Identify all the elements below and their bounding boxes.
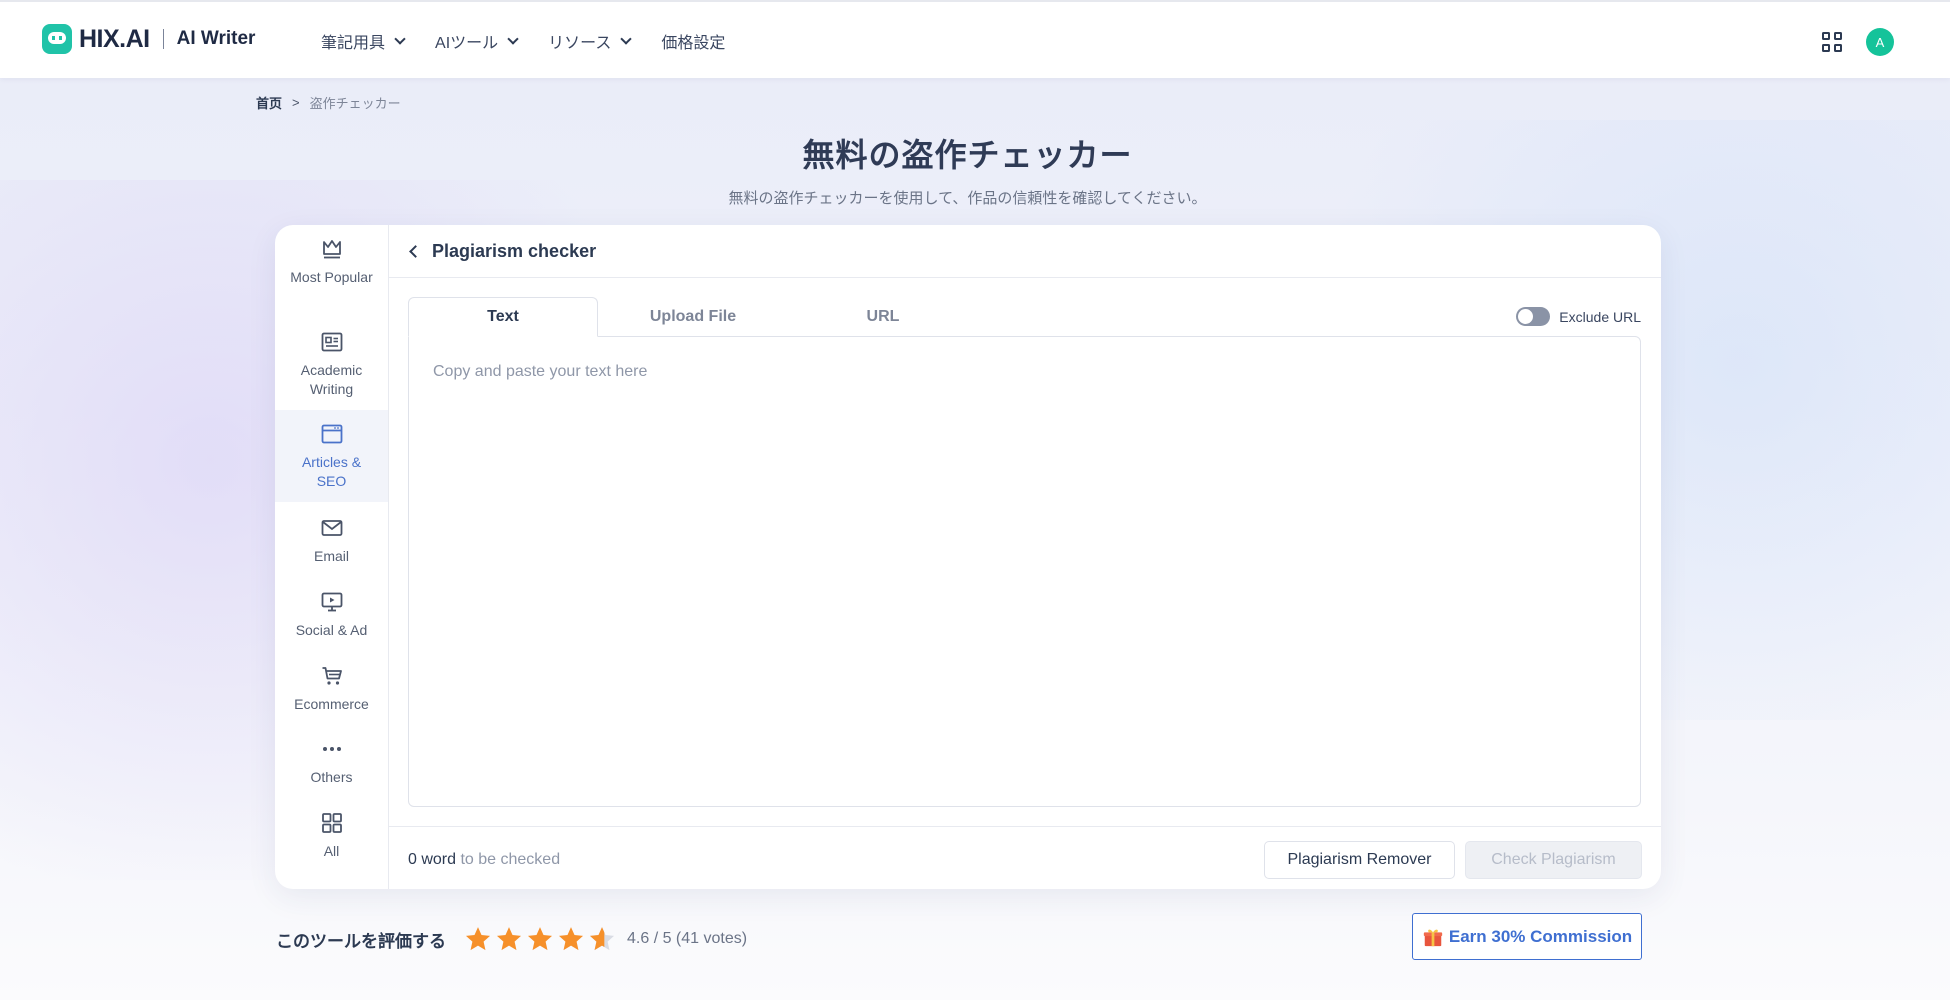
rating-label: このツールを評価する (276, 931, 446, 951)
tab-url[interactable]: URL (788, 297, 978, 337)
tab-upload-file[interactable]: Upload File (598, 297, 788, 337)
half-star-icon[interactable] (588, 925, 616, 953)
newspaper-icon (321, 332, 342, 352)
cart-icon (322, 667, 342, 685)
panel-footer: 0 word to be checked Plagiarism Remover … (389, 826, 1661, 889)
chevron-down-icon (620, 33, 633, 45)
logo-divider (162, 29, 164, 49)
tool-card: Most Popular Academic Writing Articles &… (275, 225, 1661, 889)
logo-text: HIX.AI (79, 24, 150, 53)
sidebar-item-others[interactable]: Others (275, 737, 388, 797)
plagiarism-remover-button[interactable]: Plagiarism Remover (1264, 841, 1455, 879)
breadcrumb-home[interactable]: 首页 (256, 93, 282, 112)
apps-grid-icon[interactable] (1822, 32, 1842, 52)
sidebar-item-articles-seo[interactable]: Articles & SEO (275, 410, 388, 502)
exclude-url-toggle[interactable] (1516, 307, 1551, 326)
breadcrumb-current: 盗作チェッカー (309, 96, 401, 111)
star-icon[interactable] (557, 925, 585, 953)
nav-label: 価格設定 (661, 35, 726, 52)
top-navigation-bar: HIX.AI AI Writer 筆記用具 AIツール リソース 価格設定 A (0, 0, 1950, 78)
breadcrumb: 首页 > 盗作チェッカー (256, 93, 401, 112)
sidebar-item-academic-writing[interactable]: Academic Writing (275, 330, 388, 410)
nav-writing-tools[interactable]: 筆記用具 (321, 29, 406, 53)
nav-label: 筆記用具 (321, 35, 386, 52)
sidebar-item-label: Others (310, 769, 353, 785)
earn-commission-label: Earn 30% Commission (1448, 926, 1633, 946)
ellipsis-icon (322, 747, 341, 751)
sidebar-item-label: Ecommerce (294, 696, 369, 712)
checker-panel: Plagiarism checker Text Upload File URL … (389, 225, 1661, 889)
crown-icon (322, 240, 341, 259)
main-nav: 筆記用具 AIツール リソース 価格設定 (321, 29, 756, 53)
rating-score: 4.6 / 5 (41 votes) (627, 930, 748, 947)
chevron-down-icon (394, 33, 406, 45)
page-title: 無料の盗作チェッカー (802, 137, 1133, 173)
avatar[interactable]: A (1866, 28, 1894, 56)
sidebar-item-ecommerce[interactable]: Ecommerce (275, 664, 388, 724)
star-icon[interactable] (464, 925, 492, 953)
sidebar-item-label: Most Popular (290, 269, 373, 285)
product-name: AI Writer (176, 28, 256, 49)
sidebar-item-email[interactable]: Email (275, 516, 388, 576)
back-chevron-icon[interactable] (409, 245, 422, 258)
check-plagiarism-button[interactable]: Check Plagiarism (1465, 841, 1642, 879)
sidebar-item-label: Articles & SEO (301, 454, 362, 489)
sidebar-item-label: Social & Ad (295, 622, 368, 638)
category-sidebar: Most Popular Academic Writing Articles &… (275, 225, 389, 889)
chevron-down-icon (507, 33, 519, 45)
text-input-area (408, 336, 1641, 807)
nav-label: AIツール (435, 35, 499, 52)
gift-icon (1423, 929, 1443, 946)
sidebar-item-all[interactable]: All (275, 811, 388, 871)
panel-header: Plagiarism checker (389, 225, 1661, 278)
nav-label: リソース (548, 35, 612, 52)
sidebar-item-social-ad[interactable]: Social & Ad (275, 590, 388, 650)
word-count-suffix: to be checked (456, 851, 561, 868)
panel-title: Plagiarism checker (432, 241, 597, 261)
mail-icon (321, 520, 342, 536)
nav-pricing[interactable]: 価格設定 (661, 29, 725, 53)
sidebar-item-label: Email (313, 548, 349, 564)
logo[interactable]: HIX.AI AI Writer (42, 24, 255, 54)
nav-ai-tools[interactable]: AIツール (435, 29, 519, 53)
sidebar-item-most-popular[interactable]: Most Popular (275, 237, 388, 317)
word-count: 0 word to be checked (408, 851, 560, 869)
breadcrumb-separator: > (292, 95, 300, 110)
page-subtitle: 無料の盗作チェッカーを使用して、作品の信頼性を確認してください。 (728, 190, 1207, 207)
word-count-number: 0 word (408, 851, 457, 868)
sidebar-item-label: All (323, 843, 340, 859)
grid-icon (321, 813, 342, 833)
browser-icon (321, 424, 342, 444)
text-input[interactable] (409, 337, 1640, 806)
exclude-url-label: Exclude URL (1559, 308, 1641, 325)
sidebar-item-label: Academic Writing (300, 362, 363, 397)
nav-resources[interactable]: リソース (548, 29, 633, 53)
monitor-play-icon (321, 592, 342, 612)
rating-section: このツールを評価する 4.6 / 5 (41 votes) (276, 925, 747, 953)
logo-icon (42, 24, 72, 54)
exclude-url-control: Exclude URL (1516, 307, 1641, 326)
star-icon[interactable] (526, 925, 554, 953)
tab-text[interactable]: Text (408, 297, 598, 337)
star-icon[interactable] (495, 925, 523, 953)
input-mode-tabs: Text Upload File URL (408, 297, 978, 337)
earn-commission-button[interactable]: Earn 30% Commission (1412, 913, 1642, 960)
